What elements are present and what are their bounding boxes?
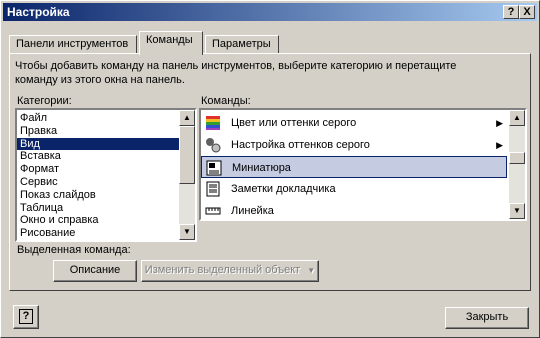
- command-item[interactable]: Линейка: [201, 200, 507, 219]
- tab-toolbars[interactable]: Панели инструментов: [9, 35, 137, 53]
- categories-scrollbar[interactable]: ▲ ▼: [179, 110, 195, 240]
- categories-list[interactable]: Файл Правка Вид Вставка Формат Сервис По…: [15, 108, 197, 242]
- window-title: Настройка: [7, 5, 70, 19]
- command-label: Линейка: [231, 205, 274, 217]
- speaker-notes-icon: [206, 181, 220, 197]
- scroll-down-icon[interactable]: ▼: [179, 224, 195, 240]
- category-item[interactable]: Показ слайдов: [17, 189, 195, 202]
- command-item-selected[interactable]: Миниатюра: [201, 156, 507, 178]
- help-icon: ?: [19, 309, 33, 324]
- selected-command-label: Выделенная команда:: [17, 244, 131, 256]
- category-item[interactable]: Окно и справка: [17, 214, 195, 227]
- modify-selection-label: Изменить выделенный объект: [144, 264, 301, 276]
- ruler-icon: [205, 207, 221, 215]
- description-button[interactable]: Описание: [53, 260, 137, 282]
- scroll-thumb[interactable]: [179, 126, 195, 184]
- category-item[interactable]: Рисование: [17, 227, 195, 240]
- close-button[interactable]: Закрыть: [445, 307, 529, 329]
- category-item[interactable]: Формат: [17, 163, 195, 176]
- command-label: Миниатюра: [232, 162, 291, 174]
- scroll-thumb[interactable]: [509, 152, 525, 164]
- scroll-up-icon[interactable]: ▲: [509, 110, 525, 126]
- grayscale-settings-icon: [206, 138, 221, 153]
- submenu-arrow-icon: ▶: [496, 118, 503, 128]
- commands-scrollbar[interactable]: ▲ ▼: [509, 110, 525, 219]
- command-label: Заметки докладчика: [231, 183, 336, 195]
- categories-label: Категории:: [17, 95, 72, 107]
- dropdown-arrow-icon: ▼: [307, 266, 316, 275]
- submenu-arrow-icon: ▶: [496, 140, 503, 150]
- tab-options[interactable]: Параметры: [205, 35, 279, 53]
- command-item[interactable]: Цвет или оттенки серого ▶: [201, 112, 507, 134]
- title-close-button[interactable]: X: [519, 5, 535, 19]
- scroll-down-icon[interactable]: ▼: [509, 203, 525, 219]
- instructions-text: Чтобы добавить команду на панель инструм…: [15, 60, 457, 86]
- modify-selection-button[interactable]: Изменить выделенный объект ▼: [141, 260, 319, 282]
- commands-list[interactable]: Цвет или оттенки серого ▶ Настройка отте…: [199, 108, 527, 221]
- customize-dialog: Настройка ? X Панели инструментов Команд…: [0, 0, 540, 338]
- command-label: Настройка оттенков серого: [231, 139, 370, 151]
- command-label: Цвет или оттенки серого: [231, 117, 357, 129]
- tab-commands[interactable]: Команды: [139, 31, 203, 55]
- category-item-selected[interactable]: Вид: [17, 137, 195, 151]
- commands-label: Команды:: [201, 95, 251, 107]
- help-button[interactable]: ?: [13, 305, 39, 329]
- category-item[interactable]: Таблица: [17, 202, 195, 215]
- command-item[interactable]: Настройка оттенков серого ▶: [201, 134, 507, 156]
- color-palette-icon: [206, 116, 220, 130]
- title-help-button[interactable]: ?: [503, 5, 519, 19]
- category-item[interactable]: Файл: [17, 112, 195, 125]
- category-item[interactable]: Вставка: [17, 150, 195, 163]
- command-item[interactable]: Заметки докладчика: [201, 178, 507, 200]
- category-item[interactable]: Сервис: [17, 176, 195, 189]
- title-bar[interactable]: Настройка ? X: [3, 3, 537, 21]
- thumbnail-icon: [206, 160, 222, 176]
- category-item[interactable]: Правка: [17, 125, 195, 138]
- scroll-up-icon[interactable]: ▲: [179, 110, 195, 126]
